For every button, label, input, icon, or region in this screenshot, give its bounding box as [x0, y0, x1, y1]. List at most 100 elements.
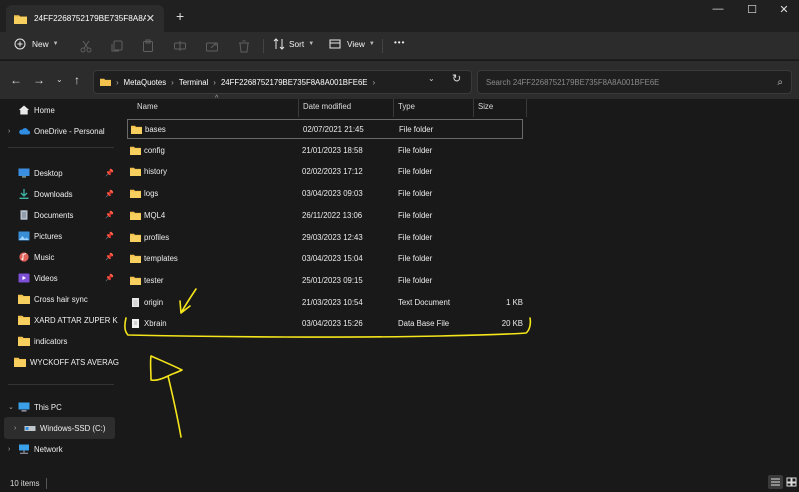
sidebar-divider: [8, 147, 114, 148]
file-date: 03/04/2023 15:26: [302, 319, 363, 329]
sidebar-label: Downloads: [34, 189, 73, 199]
chevron-right-icon[interactable]: ›: [8, 128, 18, 135]
recent-locations-icon[interactable]: ⌄: [56, 75, 63, 84]
table-row[interactable]: Xbrain 03/04/2023 15:26 Data Base File 20 K…: [127, 314, 523, 334]
file-size: 20 KB: [501, 319, 523, 329]
breadcrumb-current-folder[interactable]: 24FF2268752179BE735F8A8A001BFE6E: [221, 78, 368, 87]
toolbar-divider: [263, 39, 264, 53]
more-options-button[interactable]: •••: [394, 38, 405, 47]
view-button[interactable]: View ▼: [329, 38, 375, 50]
sidebar-label: Windows-SSD (C:): [40, 423, 106, 433]
sidebar-item-this-pc[interactable]: ⌄ This PC: [0, 396, 119, 418]
breadcrumb-metaquotes[interactable]: MetaQuotes: [124, 78, 166, 87]
file-date: 29/03/2023 12:43: [302, 232, 363, 242]
toolbar-divider: [382, 39, 383, 53]
forward-arrow-icon[interactable]: →: [33, 73, 45, 87]
details-view-button[interactable]: [768, 475, 783, 489]
copy-icon[interactable]: [110, 39, 124, 53]
paste-icon[interactable]: [141, 39, 155, 53]
network-icon: [19, 444, 29, 454]
new-tab-button[interactable]: +: [176, 8, 184, 24]
sidebar-item-music[interactable]: Music 📌: [0, 246, 119, 268]
close-window-button[interactable]: ✕: [774, 3, 794, 16]
sidebar-item-home[interactable]: Home: [0, 99, 119, 121]
sidebar-item-videos[interactable]: Videos 📌: [0, 267, 119, 289]
file-size: 1 KB: [506, 297, 523, 307]
navigation-pane: Home › OneDrive - Personal Desktop 📌 Dow…: [0, 99, 119, 472]
column-divider[interactable]: [298, 99, 299, 117]
sidebar-label: Network: [34, 444, 63, 454]
table-row[interactable]: origin 21/03/2023 10:54 Text Document 1 KB: [127, 293, 523, 313]
file-date: 25/01/2023 09:15: [302, 275, 363, 285]
column-header-type[interactable]: Type: [398, 102, 415, 116]
tiles-view-icon: [786, 477, 797, 487]
address-bar[interactable]: › MetaQuotes › Terminal › 24FF2268752179…: [93, 70, 472, 94]
back-arrow-icon[interactable]: ←: [10, 73, 22, 87]
column-header-date[interactable]: Date modified: [303, 102, 351, 116]
column-header-size[interactable]: Size: [478, 102, 493, 116]
tiles-view-button[interactable]: [784, 475, 799, 489]
folder-icon: [130, 189, 141, 199]
share-icon[interactable]: [205, 39, 219, 53]
column-divider[interactable]: [473, 99, 474, 117]
rename-icon[interactable]: [173, 39, 187, 53]
address-dropdown-icon[interactable]: ⌄: [428, 74, 435, 83]
minimize-button[interactable]: —: [708, 3, 728, 15]
sidebar-item-windows-ssd[interactable]: › Windows-SSD (C:): [4, 417, 115, 439]
chevron-right-icon[interactable]: ›: [8, 446, 18, 453]
cut-icon[interactable]: [79, 39, 93, 53]
folder-icon: [14, 14, 27, 24]
column-header-name[interactable]: Name: [137, 102, 158, 116]
sidebar-item-documents[interactable]: Documents 📌: [0, 204, 119, 226]
sidebar-item-onedrive[interactable]: › OneDrive - Personal: [0, 120, 119, 142]
new-button[interactable]: New ▼: [14, 38, 59, 50]
sidebar-item-xard-attar[interactable]: XARD ATTAR ZUPER K: [0, 309, 119, 331]
title-bar: 24FF2268752179BE735F8A8A001BFE6E ✕ + — ☐…: [0, 0, 799, 32]
sidebar-item-pictures[interactable]: Pictures 📌: [0, 225, 119, 247]
pin-icon: 📌: [105, 170, 114, 177]
folder-icon: [100, 78, 111, 86]
sidebar-item-downloads[interactable]: Downloads 📌: [0, 183, 119, 205]
table-row[interactable]: tester 25/01/2023 09:15 File folder: [127, 271, 523, 291]
sidebar-label: Cross hair sync: [34, 294, 88, 304]
sidebar-item-indicators[interactable]: indicators: [0, 330, 119, 352]
sidebar-item-cross-hair-sync[interactable]: Cross hair sync: [0, 288, 119, 310]
table-row[interactable]: MQL4 26/11/2022 13:06 File folder: [127, 206, 523, 226]
sidebar-label: XARD ATTAR ZUPER K: [34, 315, 118, 325]
sidebar-item-wyckoff[interactable]: WYCKOFF ATS AVERAG: [0, 351, 119, 373]
sidebar-label: This PC: [34, 402, 62, 412]
column-divider[interactable]: [393, 99, 394, 117]
table-row[interactable]: logs 03/04/2023 09:03 File folder: [127, 184, 523, 204]
sidebar-item-network[interactable]: › Network: [0, 438, 119, 460]
file-type: File folder: [398, 275, 433, 285]
sidebar-item-desktop[interactable]: Desktop 📌: [0, 162, 119, 184]
refresh-icon[interactable]: ↻: [452, 72, 461, 85]
file-name: profiles: [144, 232, 170, 242]
column-divider[interactable]: [526, 99, 527, 117]
folder-icon: [131, 125, 142, 134]
maximize-button[interactable]: ☐: [742, 3, 762, 16]
table-row[interactable]: config 21/01/2023 18:58 File folder: [127, 141, 523, 161]
up-arrow-icon[interactable]: ↑: [74, 73, 80, 87]
table-row[interactable]: profiles 29/03/2023 12:43 File folder: [127, 228, 523, 248]
videos-icon: [18, 273, 30, 283]
chevron-right-icon[interactable]: ›: [14, 425, 24, 432]
file-date: 21/01/2023 18:58: [302, 145, 363, 155]
search-box[interactable]: Search 24FF2268752179BE735F8A8A001BFE6E …: [477, 70, 792, 94]
file-date: 02/02/2023 17:12: [302, 167, 363, 177]
sort-button[interactable]: Sort ▼: [273, 38, 314, 50]
table-row[interactable]: history 02/02/2023 17:12 File folder: [127, 162, 523, 182]
file-date: 03/04/2023 15:04: [302, 254, 363, 264]
cloud-icon: [19, 128, 30, 135]
close-tab-icon[interactable]: ✕: [146, 12, 155, 25]
chevron-down-icon: ▼: [308, 41, 315, 47]
breadcrumb-terminal[interactable]: Terminal: [179, 78, 208, 87]
table-row[interactable]: templates 03/04/2023 15:04 File folder: [127, 249, 523, 269]
explorer-tab[interactable]: 24FF2268752179BE735F8A8A001BFE6E ✕: [6, 5, 164, 32]
search-icon: ⌕: [777, 76, 783, 88]
pictures-icon: [18, 231, 30, 241]
table-row[interactable]: bases 02/07/2021 21:45 File folder: [127, 119, 523, 139]
sidebar-label: indicators: [34, 336, 68, 346]
chevron-down-icon[interactable]: ⌄: [8, 403, 18, 411]
delete-icon[interactable]: [237, 39, 251, 53]
